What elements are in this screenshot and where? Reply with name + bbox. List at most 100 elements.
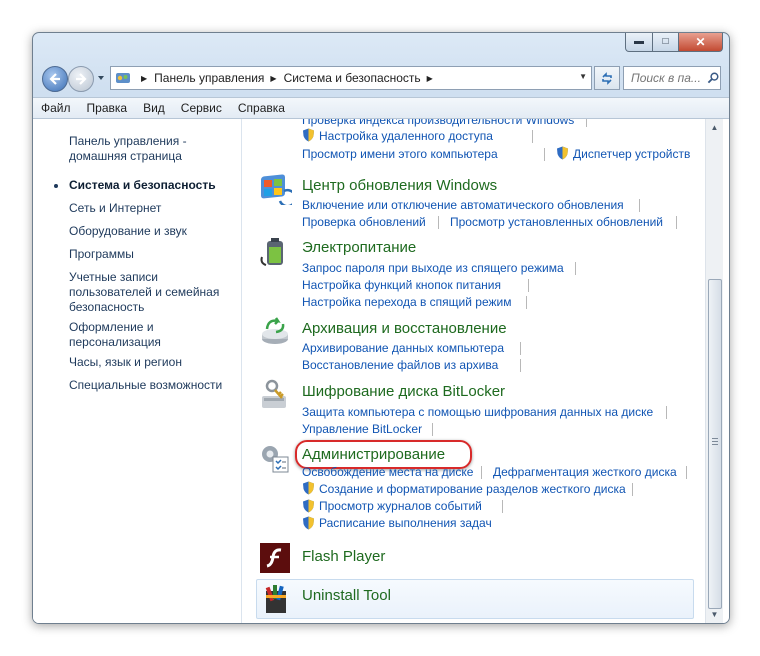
scrollbar-thumb[interactable] (708, 279, 722, 609)
breadcrumb-separator-icon[interactable]: ▶ (141, 74, 147, 83)
link-separator (520, 359, 521, 372)
sidebar-item-user-accounts[interactable]: Учетные записи пользователей и семейная … (69, 270, 239, 315)
uac-shield-icon (303, 128, 314, 142)
sidebar-item-system-security[interactable]: Система и безопасность (54, 178, 239, 193)
minimize-button[interactable]: ▬ (625, 33, 653, 52)
scroll-up-button[interactable]: ▲ (706, 119, 723, 136)
refresh-button[interactable] (594, 66, 620, 90)
link-defragment[interactable]: Дефрагментация жесткого диска (493, 464, 677, 480)
link-separator (676, 216, 677, 229)
arrow-right-icon (76, 73, 87, 85)
menu-view[interactable]: Вид (135, 101, 173, 115)
scroll-up-icon: ▲ (710, 123, 719, 132)
search-icon[interactable] (707, 71, 720, 85)
sidebar-item-home[interactable]: Панель управления - домашняя страница (69, 134, 239, 164)
close-button[interactable]: ✕ (679, 33, 723, 52)
link-manage-bitlocker[interactable]: Управление BitLocker (302, 421, 422, 437)
breadcrumb-system-security[interactable]: Система и безопасность (284, 71, 421, 85)
link-performance-index[interactable]: Проверка индекса производительности Wind… (302, 119, 574, 128)
link-auto-update[interactable]: Включение или отключение автоматического… (302, 197, 624, 213)
sidebar-item-appearance[interactable]: Оформление и персонализация (69, 320, 239, 350)
search-input[interactable] (629, 70, 707, 86)
category-title-windows-update[interactable]: Центр обновления Windows (302, 177, 497, 194)
sidebar-item-programs[interactable]: Программы (69, 247, 239, 262)
recent-pages-dropdown-icon[interactable] (96, 73, 106, 83)
uac-shield-icon (303, 481, 314, 495)
breadcrumb-separator-icon[interactable]: ▶ (270, 74, 276, 83)
sidebar-item-accessibility[interactable]: Специальные возможности (69, 378, 239, 393)
link-protect-computer[interactable]: Защита компьютера с помощью шифрования д… (302, 404, 653, 420)
category-title-uninstall-tool[interactable]: Uninstall Tool (302, 587, 391, 604)
link-sleep-settings[interactable]: Настройка перехода в спящий режим (302, 294, 511, 310)
category-title-power[interactable]: Электропитание (302, 239, 416, 256)
main-pane: Проверка индекса производительности Wind… (242, 119, 706, 623)
maximize-button[interactable]: □ (653, 33, 679, 52)
category-title-flash-player[interactable]: Flash Player (302, 548, 385, 565)
sidebar-item-clock-region[interactable]: Часы, язык и регион (69, 355, 239, 370)
bitlocker-icon[interactable] (258, 378, 292, 412)
vertical-scrollbar[interactable]: ▲ ▼ (705, 119, 723, 623)
menu-tools[interactable]: Сервис (173, 101, 230, 115)
control-panel-window: ▬ □ ✕ ▶ Панель управления ▶ Система и бе… (32, 32, 730, 624)
link-separator (586, 119, 587, 127)
link-separator (632, 483, 633, 496)
link-restore-files[interactable]: Восстановление файлов из архива (302, 357, 498, 373)
link-computer-name[interactable]: Просмотр имени этого компьютера (302, 146, 498, 162)
power-options-icon[interactable] (258, 235, 292, 269)
arrow-left-icon (49, 73, 60, 85)
menu-bar: Файл Правка Вид Сервис Справка (33, 97, 729, 119)
search-box[interactable] (623, 66, 721, 90)
flash-player-icon[interactable] (260, 543, 290, 573)
category-title-administrative-tools[interactable]: Администрирование (302, 446, 445, 463)
category-title-backup[interactable]: Архивация и восстановление (302, 320, 507, 337)
link-power-buttons[interactable]: Настройка функций кнопок питания (302, 277, 501, 293)
link-remote-access[interactable]: Настройка удаленного доступа (319, 128, 493, 144)
sidebar-item-label: Система и безопасность (69, 178, 216, 192)
link-installed-updates[interactable]: Просмотр установленных обновлений (450, 214, 663, 230)
menu-help[interactable]: Справка (230, 101, 293, 115)
uninstall-tool-icon[interactable] (260, 581, 292, 615)
link-separator (666, 406, 667, 419)
breadcrumb-separator-icon[interactable]: ▶ (427, 74, 433, 83)
uac-shield-icon (303, 516, 314, 530)
link-task-scheduler[interactable]: Расписание выполнения задач (319, 515, 492, 531)
category-title-bitlocker[interactable]: Шифрование диска BitLocker (302, 383, 505, 400)
uac-shield-icon (557, 146, 568, 160)
link-disk-cleanup[interactable]: Освобождение места на диске (302, 464, 473, 480)
minimize-icon: ▬ (634, 36, 644, 47)
scrollbar-grip-icon (712, 438, 718, 439)
menu-edit[interactable]: Правка (79, 101, 136, 115)
link-separator (544, 148, 545, 161)
caption-buttons: ▬ □ ✕ (625, 33, 723, 53)
content-area: Панель управления - домашняя страница Си… (33, 119, 729, 623)
windows-update-icon[interactable] (258, 171, 292, 205)
breadcrumb: ▶ Панель управления ▶ Система и безопасн… (135, 71, 440, 85)
sidebar-item-network[interactable]: Сеть и Интернет (69, 201, 239, 216)
uac-shield-icon (303, 499, 314, 513)
refresh-icon (602, 72, 612, 85)
link-separator (520, 342, 521, 355)
link-device-manager[interactable]: Диспетчер устройств (573, 146, 690, 162)
menu-file[interactable]: Файл (33, 101, 79, 115)
link-disk-partitions[interactable]: Создание и форматирование разделов жестк… (319, 481, 626, 497)
forward-button[interactable] (68, 66, 94, 92)
breadcrumb-control-panel[interactable]: Панель управления (154, 71, 264, 85)
close-icon: ✕ (695, 35, 706, 49)
administrative-tools-icon[interactable] (258, 441, 292, 475)
backup-restore-icon[interactable] (258, 315, 292, 349)
back-button[interactable] (42, 66, 68, 92)
link-backup-data[interactable]: Архивирование данных компьютера (302, 340, 504, 356)
link-separator (639, 199, 640, 212)
link-separator (438, 216, 439, 229)
link-separator (532, 130, 533, 143)
link-wake-password[interactable]: Запрос пароля при выходе из спящего режи… (302, 260, 564, 276)
link-separator (575, 262, 576, 275)
address-dropdown-icon[interactable]: ▼ (579, 72, 587, 81)
link-check-updates[interactable]: Проверка обновлений (302, 214, 426, 230)
sidebar-item-hardware[interactable]: Оборудование и звук (69, 224, 239, 239)
link-event-logs[interactable]: Просмотр журналов событий (319, 498, 482, 514)
scroll-down-button[interactable]: ▼ (706, 606, 723, 623)
link-separator (432, 423, 433, 436)
address-bar[interactable]: ▶ Панель управления ▶ Система и безопасн… (110, 66, 592, 90)
current-item-bullet (54, 184, 58, 188)
